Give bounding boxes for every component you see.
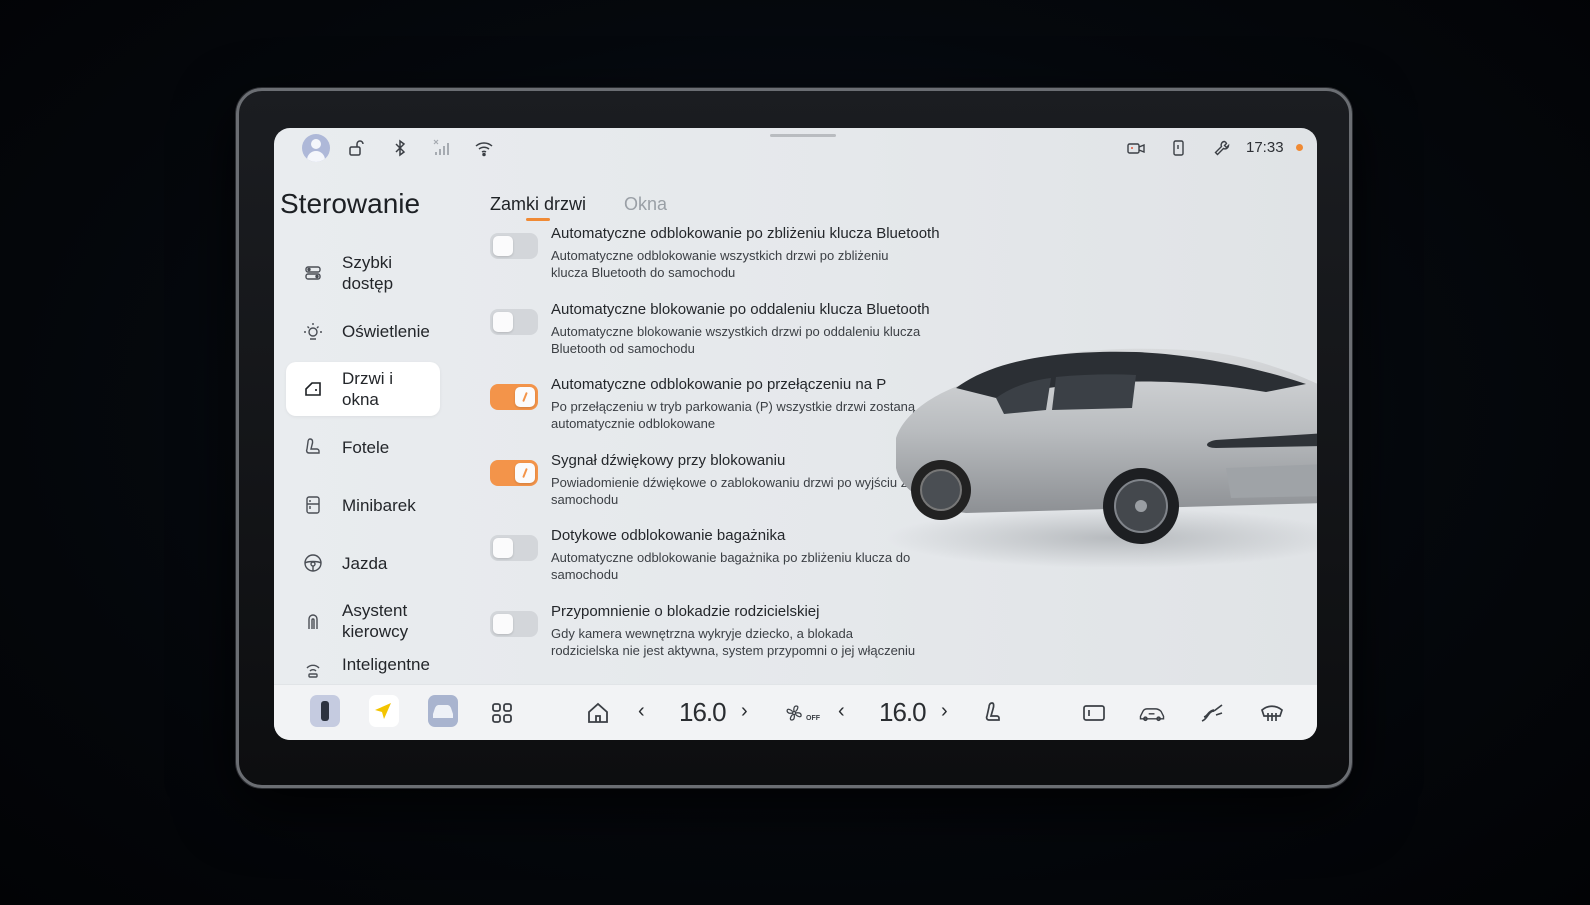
phone-app-icon[interactable]: [310, 695, 340, 727]
sidebar-item-smart[interactable]: Inteligentne: [286, 652, 440, 682]
light-icon: [302, 320, 324, 342]
sidebar-item-minibar[interactable]: Minibarek: [286, 478, 440, 532]
sidebar-item-label: Szybki dostęp: [342, 253, 394, 293]
sidebar-item-label: Minibarek: [342, 495, 416, 515]
car-app-icon[interactable]: [428, 695, 458, 727]
door-icon: [302, 378, 324, 400]
rear-defrost-icon[interactable]: [1258, 699, 1286, 727]
tab-bar: Zamki drzwi Okna: [490, 194, 667, 221]
navigation-app-icon[interactable]: [369, 695, 399, 727]
toggle-lock-sound[interactable]: [490, 459, 538, 486]
setting-description: Automatyczne blokowanie wszystkich drzwi…: [551, 323, 921, 356]
car-illustration: [886, 348, 1317, 568]
phone-key-icon[interactable]: [1168, 138, 1188, 158]
infotainment-screen: 17:33 Sterowanie Szybki dostęp Oświetlen…: [274, 128, 1317, 740]
setting-description: Gdy kamera wewnętrzna wykryje dziecko, a…: [551, 625, 916, 658]
sidebar-item-label: Fotele: [342, 437, 390, 457]
sidebar-item-doors-windows[interactable]: Drzwi i okna: [286, 362, 440, 416]
home-icon[interactable]: [584, 699, 612, 727]
setting-title: Automatyczne odblokowanie po zbliżeniu k…: [551, 225, 940, 242]
setting-description: Automatyczne odblokowanie wszystkich drz…: [551, 248, 889, 280]
wrench-icon[interactable]: [1212, 138, 1232, 158]
sidebar-nav: Szybki dostęp Oświetlenie Drzwi i okna F…: [286, 246, 440, 686]
quick-access-icon: [302, 262, 324, 284]
sidebar-item-lighting[interactable]: Oświetlenie: [286, 304, 440, 358]
left-temp-up-button[interactable]: ›: [741, 700, 748, 723]
setting-row: Dotykowe odblokowanie bagażnika Automaty…: [490, 527, 920, 603]
car-climate-icon[interactable]: [1138, 699, 1172, 727]
sidebar-item-label: Jazda: [342, 553, 388, 573]
sidebar-item-label: Oświetlenie: [342, 321, 430, 341]
fridge-icon: [302, 494, 324, 516]
toggle-unlock-on-park[interactable]: [490, 384, 538, 410]
wifi-icon[interactable]: [474, 138, 494, 158]
sidebar-item-quick-access[interactable]: Szybki dostęp: [286, 246, 440, 300]
avatar[interactable]: [302, 134, 330, 162]
setting-title: Sygnał dźwiękowy przy blokowaniu: [551, 451, 786, 469]
sidebar-item-seats[interactable]: Fotele: [286, 420, 440, 474]
status-bar: 17:33: [274, 128, 1317, 168]
seat-icon: [302, 436, 324, 458]
tab-door-locks[interactable]: Zamki drzwi: [490, 194, 586, 221]
fan-status: OFF: [806, 715, 820, 722]
sidebar-item-label: Asystent kierowcy: [342, 601, 409, 641]
rear-screen-icon[interactable]: [1080, 699, 1108, 727]
setting-row: Sygnał dźwiękowy przy blokowaniu Powiado…: [490, 452, 920, 528]
setting-row: Automatyczne blokowanie po oddaleniu klu…: [490, 301, 930, 377]
clock: 17:33: [1246, 139, 1284, 156]
sidebar-item-driving[interactable]: Jazda: [286, 536, 440, 590]
setting-title: Przypomnienie o blokadzie rodzicielskiej: [551, 602, 820, 620]
notification-dot: [1296, 144, 1303, 151]
steering-wheel-icon: [302, 552, 324, 574]
right-temp-up-button[interactable]: ›: [941, 700, 948, 723]
setting-row: Przypomnienie o blokadzie rodzicielskiej…: [490, 603, 920, 679]
left-temp-down-button[interactable]: ‹: [638, 700, 645, 723]
unlock-icon[interactable]: [346, 138, 366, 158]
setting-description: Automatyczne odblokowanie bagażnika po z…: [551, 550, 911, 582]
sidebar-item-label: Drzwi i okna: [342, 369, 393, 409]
settings-list: Automatyczne odblokowanie po zbliżeniu k…: [490, 225, 940, 679]
fan-icon[interactable]: OFF: [784, 699, 820, 727]
right-temp-down-button[interactable]: ‹: [838, 700, 845, 723]
assistant-icon: [302, 610, 324, 632]
apps-grid-icon[interactable]: [488, 699, 516, 727]
camera-icon[interactable]: [1126, 138, 1146, 158]
toggle-trunk-touch-unlock[interactable]: [490, 535, 538, 561]
setting-description: Powiadomienie dźwiękowe o zablokowaniu d…: [551, 474, 908, 507]
setting-description: Po przełączeniu w tryb parkowania (P) ws…: [551, 399, 916, 431]
smart-icon: [302, 656, 324, 678]
windshield-icon[interactable]: [1198, 699, 1226, 727]
toggle-child-lock-reminder[interactable]: [490, 610, 538, 637]
sidebar-item-label: Inteligentne: [342, 655, 430, 674]
setting-title: Automatyczne odblokowanie po przełączeni…: [551, 376, 887, 393]
toggle-bluetooth-unlock[interactable]: [490, 233, 538, 259]
page-title: Sterowanie: [280, 188, 421, 219]
bottom-dock: ‹ 16.0 › OFF ‹ 16.0 ›: [274, 684, 1317, 740]
setting-title: Automatyczne blokowanie po oddaleniu klu…: [551, 300, 930, 318]
sidebar-item-driver-assistant[interactable]: Asystent kierowcy: [286, 594, 440, 648]
left-temperature: 16.0: [679, 697, 727, 727]
seat-heat-icon[interactable]: [980, 699, 1008, 727]
tab-windows[interactable]: Okna: [624, 194, 667, 215]
setting-row: Automatyczne odblokowanie po zbliżeniu k…: [490, 225, 940, 301]
toggle-bluetooth-lock[interactable]: [490, 308, 538, 335]
no-signal-icon: [432, 138, 452, 158]
bluetooth-icon[interactable]: [390, 138, 410, 158]
setting-row: Automatyczne odblokowanie po przełączeni…: [490, 376, 920, 452]
setting-title: Dotykowe odblokowanie bagażnika: [551, 527, 786, 544]
right-temperature: 16.0: [879, 697, 927, 727]
